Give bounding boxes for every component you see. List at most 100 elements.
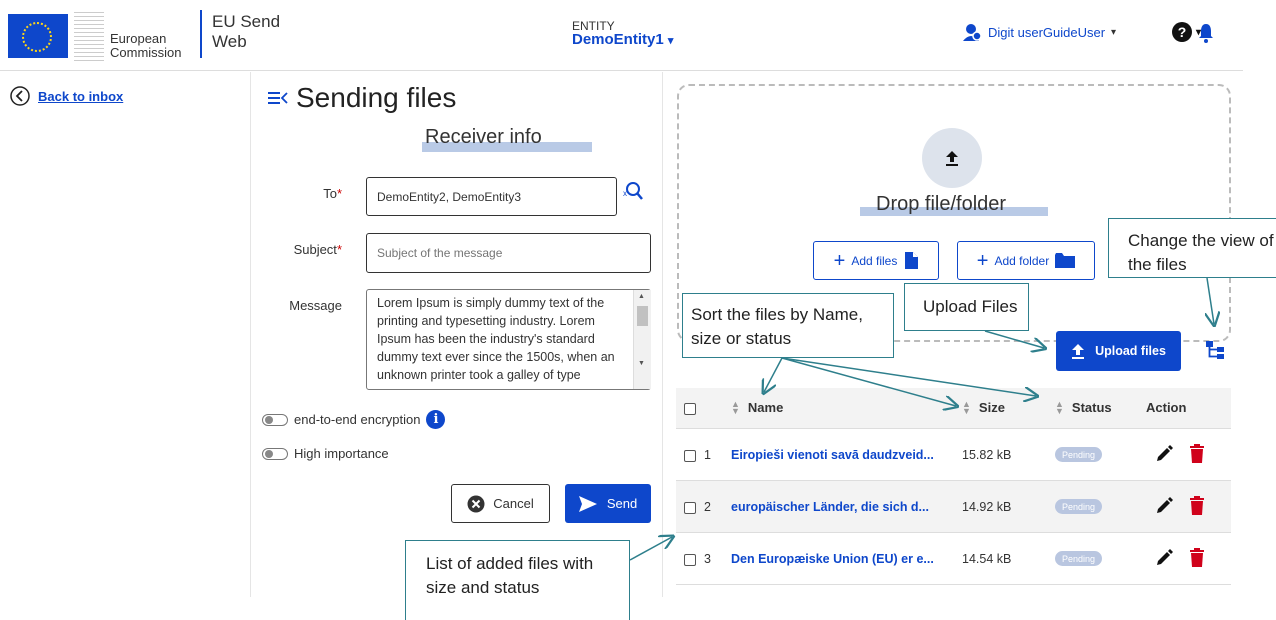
row-checkbox[interactable] <box>684 450 696 462</box>
row-number: 3 <box>704 552 711 566</box>
select-all-checkbox[interactable] <box>684 403 696 415</box>
edit-icon[interactable] <box>1155 497 1173 515</box>
status-header: Status <box>1071 400 1112 415</box>
cancel-label: Cancel <box>493 496 534 511</box>
folder-icon <box>1055 253 1076 268</box>
encryption-toggle-row: end-to-end encryption i <box>262 410 446 429</box>
file-size: 14.54 kB <box>962 552 1012 566</box>
page-title: Sending files <box>268 82 456 114</box>
user-icon <box>963 24 982 41</box>
message-scrollbar[interactable]: ▲ ▼ <box>633 290 651 389</box>
importance-toggle-row: High importance <box>262 446 389 461</box>
collapse-menu-icon[interactable] <box>268 90 288 106</box>
sort-by-size[interactable]: ▲ ▼ Size <box>962 398 1005 416</box>
add-folder-button[interactable]: + Add folder <box>957 241 1095 280</box>
search-recipient-icon[interactable]: x <box>622 181 644 203</box>
entity-selector[interactable]: DemoEntity1 ▾ <box>572 31 673 48</box>
back-label: Back to inbox <box>38 88 124 104</box>
send-icon <box>578 495 597 512</box>
importance-label: High importance <box>294 446 389 461</box>
message-textarea[interactable]: Lorem Ipsum is simply dummy text of the … <box>366 289 651 390</box>
cancel-icon <box>467 495 485 512</box>
annotation-sort-files: Sort the files by Name, size or status <box>682 293 894 358</box>
subject-input[interactable] <box>366 233 651 273</box>
column-divider <box>250 72 251 597</box>
info-icon[interactable]: i <box>426 410 446 429</box>
file-icon <box>905 252 919 269</box>
sort-icon: ▲ ▼ <box>962 398 971 416</box>
org-name: European Commission <box>110 31 182 60</box>
row-number: 1 <box>704 448 711 462</box>
action-header: Action <box>1146 400 1187 415</box>
upload-circle <box>922 128 982 188</box>
name-header: Name <box>747 400 784 415</box>
user-menu[interactable]: Digit userGuideUser ▾ <box>962 22 1116 42</box>
page-title-text: Sending files <box>296 82 457 113</box>
help-icon: ? <box>1172 22 1192 42</box>
status-badge: Pending <box>1055 499 1102 514</box>
edit-icon[interactable] <box>1155 549 1173 567</box>
importance-toggle[interactable] <box>262 447 288 460</box>
bell-icon[interactable] <box>1198 22 1214 44</box>
section-title: Receiver info <box>425 126 542 148</box>
send-label: Send <box>606 496 638 511</box>
app-title[interactable]: EU Send Web <box>212 12 280 52</box>
send-button[interactable]: Send <box>565 484 651 523</box>
app-header: European Commission EU Send Web ENTITY Dem… <box>0 0 1243 71</box>
file-size: 14.92 kB <box>962 500 1012 514</box>
file-name-link[interactable]: Den Europæiske Union (EU) er e... <box>731 552 934 566</box>
delete-icon[interactable] <box>1190 444 1204 463</box>
annotation-upload-files: Upload Files <box>904 283 1029 331</box>
encryption-toggle[interactable] <box>262 413 288 426</box>
logo-stripes <box>74 12 104 62</box>
delete-icon[interactable] <box>1190 548 1204 567</box>
annotation-change-view: Change the view of the files <box>1108 218 1276 278</box>
scroll-down-icon[interactable]: ▼ <box>638 360 645 367</box>
add-folder-label: Add folder <box>994 253 1050 268</box>
eu-stars-icon <box>22 22 52 52</box>
plus-icon: + <box>833 249 846 272</box>
to-label: To* <box>323 186 342 201</box>
plus-icon: + <box>976 249 989 272</box>
file-size: 15.82 kB <box>962 448 1012 462</box>
encryption-label: end-to-end encryption <box>294 412 421 427</box>
add-files-button[interactable]: + Add files <box>813 241 939 280</box>
add-files-label: Add files <box>851 253 898 268</box>
chevron-left-circle-icon <box>10 86 30 106</box>
cancel-button[interactable]: Cancel <box>451 484 550 523</box>
upload-icon <box>946 151 958 166</box>
entity-name: DemoEntity1 <box>572 31 664 48</box>
chevron-down-icon: ▾ <box>1111 26 1117 38</box>
tree-view-icon[interactable] <box>1206 340 1224 360</box>
file-name-link[interactable]: europäischer Länder, die sich d... <box>731 500 929 514</box>
scroll-up-icon[interactable]: ▲ <box>638 293 645 300</box>
chevron-down-icon: ▾ <box>667 35 674 47</box>
back-to-inbox-link[interactable]: Back to inbox <box>10 86 123 106</box>
to-field[interactable]: DemoEntity2, DemoEntity3 <box>366 177 617 216</box>
status-badge: Pending <box>1055 551 1102 566</box>
drop-text: Drop file/folder <box>876 193 1007 215</box>
svg-text:x: x <box>623 189 627 198</box>
help-menu[interactable]: ? ▾ <box>1172 22 1201 42</box>
sort-icon: ▲ ▼ <box>731 398 740 416</box>
delete-icon[interactable] <box>1190 496 1204 515</box>
size-header: Size <box>978 400 1005 415</box>
user-name: Digit userGuideUser <box>988 24 1106 40</box>
upload-files-button[interactable]: Upload files <box>1056 331 1181 371</box>
message-label: Message <box>289 298 342 313</box>
subject-label: Subject* <box>293 242 342 257</box>
upload-files-label: Upload files <box>1095 344 1166 358</box>
upload-icon <box>1072 344 1085 359</box>
row-number: 2 <box>704 500 711 514</box>
status-badge: Pending <box>1055 447 1102 462</box>
sort-icon: ▲ ▼ <box>1055 398 1064 416</box>
column-divider <box>662 72 663 597</box>
edit-icon[interactable] <box>1155 445 1173 463</box>
row-checkbox[interactable] <box>684 502 696 514</box>
sort-by-status[interactable]: ▲ ▼ Status <box>1055 398 1112 416</box>
row-checkbox[interactable] <box>684 554 696 566</box>
file-name-link[interactable]: Eiropieši vienoti savā daudzveid... <box>731 448 934 462</box>
logo-divider <box>200 10 202 58</box>
sort-by-name[interactable]: ▲ ▼ Name <box>731 398 784 416</box>
scrollbar-thumb[interactable] <box>637 306 648 326</box>
